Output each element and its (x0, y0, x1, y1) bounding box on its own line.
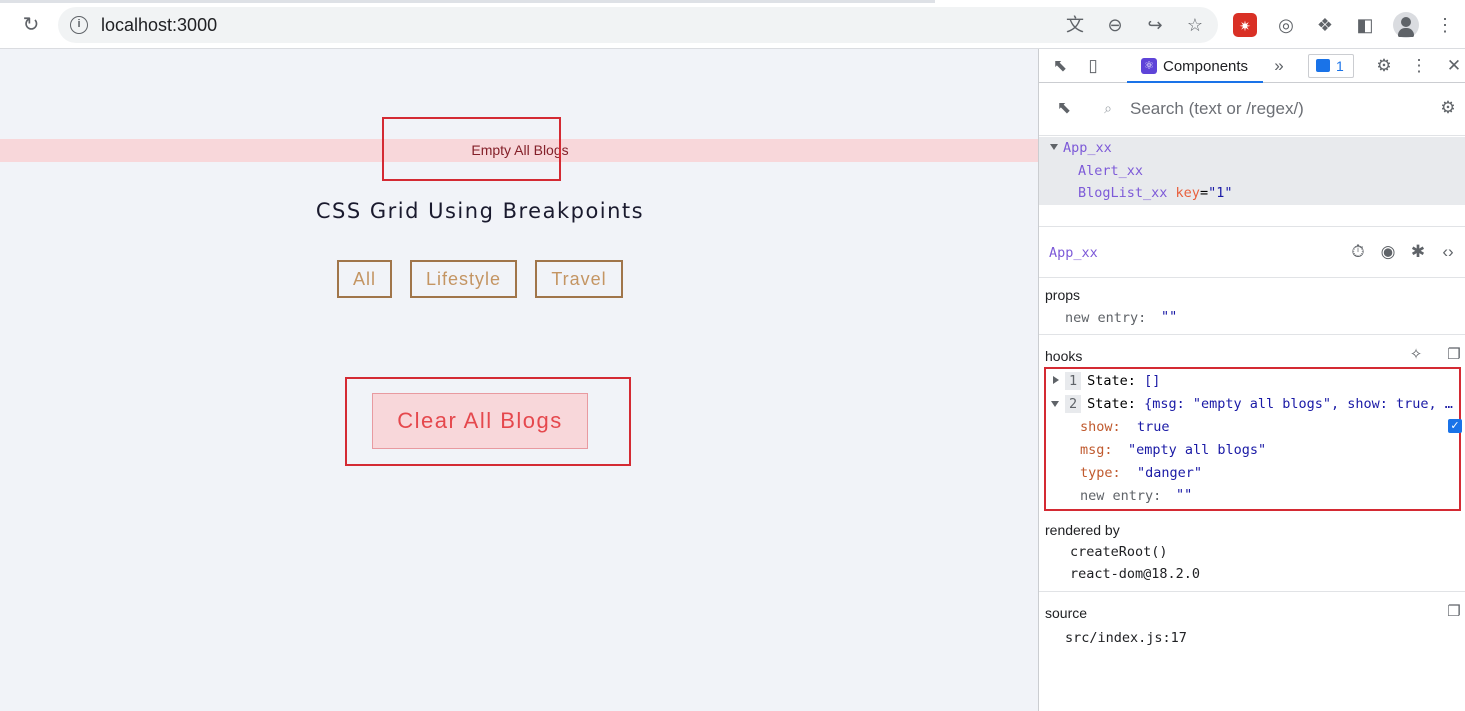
hook-value-type[interactable]: "danger" (1137, 465, 1202, 481)
show-checkbox[interactable]: ✓ (1448, 419, 1462, 433)
search-input[interactable]: Search (text or /regex/) (1130, 99, 1304, 119)
hook-value-show[interactable]: true (1137, 419, 1170, 435)
filter-button-all[interactable]: All (337, 260, 392, 298)
props-new-entry-label[interactable]: new entry: (1065, 310, 1146, 326)
bug-icon[interactable]: ✱ (1407, 242, 1429, 262)
collapse-caret-icon[interactable] (1051, 401, 1059, 407)
tree-item-key: key (1175, 185, 1200, 201)
eye-icon[interactable]: ◉ (1377, 242, 1399, 262)
settings-icon[interactable]: ⚙ (1373, 56, 1395, 76)
react-icon: ⚛ (1141, 58, 1157, 74)
component-tree: App_xx Alert_xx BlogList_xx key="1" (1039, 137, 1465, 205)
message-icon (1316, 59, 1330, 72)
hook-row-2[interactable]: 2 State: {msg: "empty all blogs", show: t… (1065, 395, 1453, 413)
tab-components[interactable]: ⚛ Components (1127, 49, 1263, 83)
timer-icon[interactable]: ⏱ (1347, 242, 1369, 262)
more-tabs-icon[interactable]: » (1268, 56, 1290, 76)
address-bar[interactable]: i localhost:3000 文 ⊖ ↪ ☆ (58, 7, 1218, 43)
tree-item-label: BlogList_xx (1078, 185, 1168, 201)
tree-item-alert[interactable]: Alert_xx (1078, 163, 1143, 179)
expand-caret-icon[interactable] (1053, 376, 1059, 384)
inspect-element-icon[interactable]: ⬉ (1049, 56, 1071, 76)
component-search-bar: ⬉ ⌕ Search (text or /regex/) ⚙ (1039, 84, 1465, 136)
record-extension-icon[interactable]: ◎ (1273, 12, 1299, 38)
devtools-panel: ⬉ ▯ ⚛ Components » 1 ⚙ ⋮ ✕ ⬉ ⌕ Search (t… (1038, 49, 1465, 711)
selected-component-name: App_xx (1049, 245, 1098, 261)
props-title: props (1045, 287, 1081, 303)
hook-row-1[interactable]: 1 State: [] (1065, 372, 1160, 390)
search-icon: ⌕ (1104, 100, 1112, 116)
devtools-tabbar: ⬉ ▯ ⚛ Components » 1 ⚙ ⋮ ✕ (1039, 49, 1465, 83)
filter-button-lifestyle[interactable]: Lifestyle (410, 260, 517, 298)
tab-strip (0, 0, 935, 3)
page-viewport: Empty All Blogs CSS Grid Using Breakpoin… (0, 49, 1038, 711)
browser-toolbar: ↻ i localhost:3000 文 ⊖ ↪ ☆ ✷ ◎ ❖ ◧ ⋮ (0, 0, 1465, 49)
hook-value-msg[interactable]: "empty all blogs" (1128, 442, 1266, 458)
tree-item-label: Alert_xx (1078, 163, 1144, 179)
hook-key-msg: msg: (1080, 442, 1113, 458)
issues-count: 1 (1336, 58, 1344, 74)
info-icon[interactable]: i (70, 16, 88, 34)
copy-icon[interactable]: ❐ (1443, 345, 1465, 365)
puzzle-icon[interactable]: ❖ (1312, 12, 1338, 38)
bug-extension-icon[interactable]: ✷ (1233, 13, 1257, 37)
copy-icon[interactable]: ❐ (1443, 602, 1465, 622)
issues-badge[interactable]: 1 (1308, 54, 1354, 78)
share-icon[interactable]: ↪ (1143, 13, 1167, 37)
avatar-icon[interactable] (1393, 12, 1419, 38)
hook-new-entry-label[interactable]: new entry: (1080, 488, 1161, 504)
star-icon[interactable]: ☆ (1183, 13, 1207, 37)
divider (1039, 334, 1465, 335)
filter-button-travel[interactable]: Travel (535, 260, 623, 298)
device-toolbar-icon[interactable]: ▯ (1082, 56, 1104, 76)
more-icon[interactable]: ⋮ (1408, 56, 1430, 76)
clear-all-blogs-button[interactable]: Clear All Blogs (372, 393, 588, 449)
hook-key-type: type: (1080, 465, 1121, 481)
settings-icon[interactable]: ⚙ (1437, 98, 1459, 118)
tree-item-bloglist[interactable]: BlogList_xx key="1" (1078, 185, 1232, 201)
tree-item-key-value: "1" (1208, 185, 1233, 201)
rendered-by-item[interactable]: createRoot() (1070, 544, 1168, 560)
hook-key-show: show: (1080, 419, 1121, 435)
expand-caret-icon[interactable] (1050, 144, 1058, 150)
close-icon[interactable]: ✕ (1443, 56, 1465, 76)
translate-icon[interactable]: 文 (1063, 13, 1087, 37)
source-location[interactable]: src/index.js:17 (1065, 630, 1187, 646)
tab-label: Components (1163, 58, 1249, 75)
more-icon[interactable]: ⋮ (1432, 12, 1458, 38)
rendered-by-title: rendered by (1045, 522, 1120, 538)
url-text: localhost:3000 (101, 15, 218, 35)
props-new-entry-value[interactable]: "" (1161, 309, 1177, 325)
tree-item-eq: = (1199, 185, 1209, 201)
sidepanel-icon[interactable]: ◧ (1352, 12, 1378, 38)
magic-wand-icon[interactable]: ✧ (1405, 345, 1427, 365)
tree-item-label: App_xx (1063, 140, 1112, 156)
hook-new-entry-value[interactable]: "" (1176, 487, 1192, 503)
source-title: source (1045, 605, 1088, 621)
reload-icon[interactable]: ↻ (18, 12, 44, 38)
code-icon[interactable]: ‹› (1437, 242, 1459, 262)
tree-item-app[interactable]: App_xx (1063, 140, 1112, 156)
selected-component-header: App_xx ⏱ ◉ ✱ ‹› (1039, 226, 1465, 278)
zoom-out-icon[interactable]: ⊖ (1103, 13, 1127, 37)
select-component-icon[interactable]: ⬉ (1053, 98, 1075, 118)
hooks-title: hooks (1045, 348, 1083, 364)
highlight-box (382, 117, 561, 181)
divider (1039, 591, 1465, 592)
rendered-by-item[interactable]: react-dom@18.2.0 (1070, 566, 1200, 582)
page-title: CSS Grid Using Breakpoints (315, 199, 645, 223)
